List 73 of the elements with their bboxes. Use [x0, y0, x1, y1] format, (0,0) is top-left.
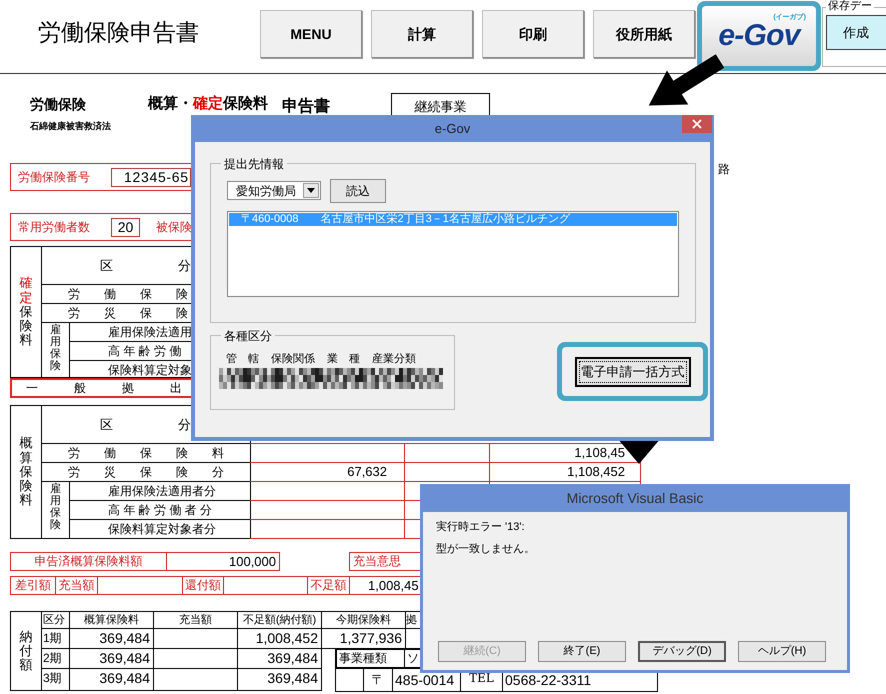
close-button[interactable]	[682, 115, 712, 133]
workers-field: 20	[111, 218, 140, 236]
table-cell: 1,008,452	[238, 629, 322, 649]
dialog-button[interactable]: 終了(E)	[538, 641, 626, 662]
column-header: 不足額(納付額)	[238, 612, 322, 629]
business-kind-value: ソ	[406, 650, 420, 667]
category-column-label: 業 種	[327, 352, 360, 367]
general-contribution-row-text: 一 般 拠 出	[25, 380, 182, 396]
column-header: 今期保険料	[322, 612, 406, 629]
insured-label: 被保険	[156, 219, 192, 236]
table-cell: 67,632	[250, 463, 405, 481]
load-button[interactable]: 読込	[330, 179, 386, 203]
column-header: 区分	[42, 612, 70, 629]
law-label: 労働保険	[30, 95, 86, 114]
declared-premium-label: 申告済概算保険料額	[11, 553, 167, 570]
table-cell: 3期	[42, 669, 70, 691]
row-label: 保険料算定対象者分	[107, 521, 217, 538]
arrow-icon	[648, 54, 724, 106]
dialog-title: Microsoft Visual Basic	[566, 488, 704, 508]
refund-label: 還付額	[183, 577, 224, 594]
side-label: 概算保険料	[20, 436, 32, 508]
category-column-label: 産業分類	[372, 352, 416, 367]
category-column-label: 管 轄	[226, 352, 259, 367]
form-title: 概算・確定保険料	[148, 94, 268, 114]
group-legend: 提出先情報	[221, 155, 287, 173]
appropriation-label: 充当額	[56, 577, 98, 594]
table-cell: 2期	[42, 649, 70, 669]
dialog-button[interactable]: デバッグ(D)	[638, 641, 726, 662]
row-label: 高 年 齢 労 働 者 分	[70, 501, 250, 520]
group-legend: 各種区分	[221, 327, 275, 345]
row-label: 保険料算定対象	[107, 362, 193, 379]
toolbar-button[interactable]: 役所用紙	[593, 10, 695, 58]
caret-icon	[307, 188, 315, 193]
side-label: 確定 保険料	[20, 276, 32, 348]
column-header: 概算保険料	[70, 612, 154, 629]
table-cell: 369,484	[70, 669, 154, 691]
row-label: 労 働 保 険 料	[42, 444, 250, 463]
shortfall-label: 不足額	[308, 577, 350, 594]
category-column-label: 保険関係	[271, 352, 315, 367]
group-label: 雇用保険	[50, 483, 61, 534]
app-title: 労働保険申告書	[38, 18, 199, 47]
insurance-number-label: 労働保険番号	[18, 169, 91, 186]
table-cell: 369,484	[70, 629, 154, 649]
insurance-number-field: 12345-65	[111, 168, 191, 186]
error-message: 型が一致しません。	[436, 542, 536, 556]
workers-label: 常用労働者数	[18, 219, 91, 236]
law-subtitle: 石綿健康被害救済法	[30, 120, 111, 133]
table-cell: 369,484	[238, 649, 322, 669]
table-cell: 369,484	[70, 649, 154, 669]
column-header: 充当額	[154, 612, 238, 629]
bureau-dropdown[interactable]: 愛知労働局	[227, 181, 321, 200]
dialog-button[interactable]: ヘルプ(H)	[738, 641, 826, 662]
row-label: 雇用保険法適用者分	[70, 482, 250, 501]
close-icon	[692, 119, 702, 129]
toolbar-button[interactable]: 印刷	[482, 10, 584, 58]
postal-mark: 〒	[364, 669, 393, 691]
toolbar-button[interactable]: MENU	[260, 10, 362, 58]
table-cell: 1期	[42, 629, 70, 649]
declared-premium-value: 100,000	[228, 553, 277, 570]
group-label: 雇用保険	[50, 324, 61, 374]
difference-label: 差引額	[11, 577, 56, 594]
business-kind-label: 事業種類	[337, 650, 405, 667]
group-legend: 保存デー	[826, 0, 874, 12]
row-label: 労 災 保 険 分	[42, 463, 250, 482]
create-button[interactable]: 作成	[826, 15, 886, 50]
address-fragment: 路	[718, 161, 730, 178]
shortfall-value: 1,008,45	[367, 577, 420, 594]
side-label: 納付額	[20, 630, 32, 672]
error-message: 実行時エラー '13':	[436, 520, 526, 534]
batch-submit-button[interactable]: 電子申請一括方式	[574, 356, 690, 386]
table-cell: 369,484	[238, 669, 322, 691]
toolbar-button[interactable]: 計算	[371, 10, 473, 58]
form-subtitle: 申告書	[282, 99, 330, 115]
